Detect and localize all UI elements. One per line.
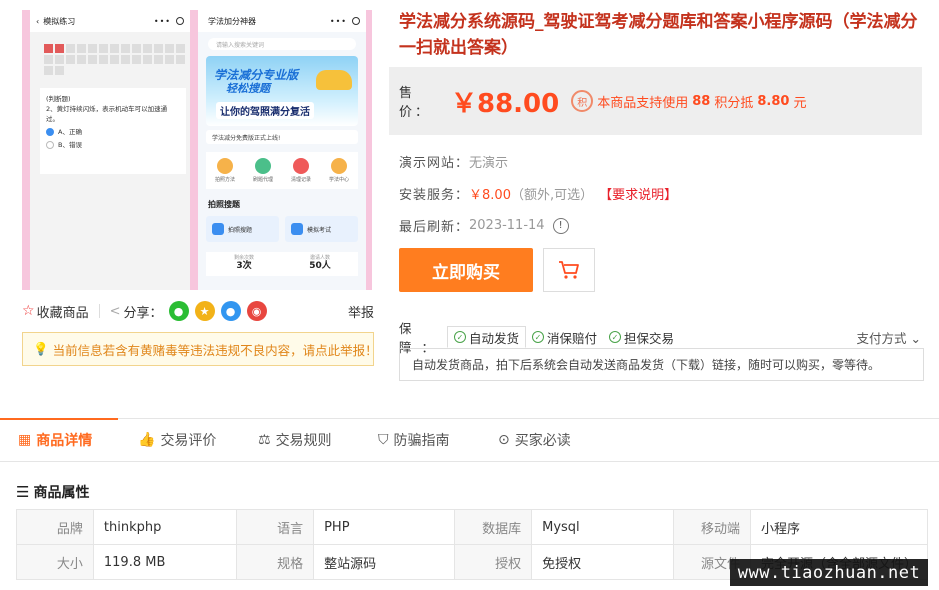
price-box: 售 价： ￥88.00 积 本商品支持使用 88 积分抵 8.80 元 <box>389 67 922 135</box>
phone-banner: 学法减分专业版 轻松搜题 让你的驾照满分复活 <box>206 56 358 126</box>
phone-screenshot-practice: ‹ 模拟练习 ••• (判断题) 2、黄灯持续闪烁，表示机动车可以加速通过。 A… <box>30 10 190 290</box>
install-price: ￥8.00 <box>469 188 511 203</box>
tab-details[interactable]: ▦ 商品详情 <box>18 430 92 450</box>
guarantee-tabs: 保 障： ✓ 自动发货 ✓ 消保赔付 ✓ 担保交易 支付方式 ⌄ <box>399 321 921 355</box>
points-info: 积 本商品支持使用 88 积分抵 8.80 元 <box>571 90 806 112</box>
tab-anti-fraud[interactable]: ⛉ 防骗指南 <box>378 430 450 450</box>
car-illustration <box>316 70 352 90</box>
phone-stats: 剩余次数 3次 邀请人数 50人 <box>206 252 358 276</box>
chevron-down-icon: ⌄ <box>910 330 921 346</box>
wechat-icon[interactable]: ● <box>168 301 189 321</box>
question-text: 2、黄灯持续闪烁，表示机动车可以加速通过。 <box>46 105 168 123</box>
qq-icon[interactable]: ● <box>220 301 241 321</box>
table-row: 品牌 thinkphp 语言 PHP 数据库 Mysql 移动端 小程序 <box>16 509 929 545</box>
check-icon: ✓ <box>609 331 622 343</box>
cart-icon <box>559 261 579 279</box>
share-bar: ☆ 收藏商品 < 分享： ● ★ ● ◉ 举报 <box>22 300 374 322</box>
demo-value: 无演示 <box>469 156 509 171</box>
points-icon: 积 <box>571 90 594 112</box>
product-title: 学法减分系统源码_驾驶证驾考减分题库和答案小程序源码（学法减分一扫就出答案） <box>399 12 918 58</box>
tab-buyer-notes[interactable]: ⊙ 买家必读 <box>498 430 571 450</box>
scale-icon: ⚖ <box>258 432 271 448</box>
record-icon <box>176 17 184 25</box>
grid-icon: ▦ <box>18 432 32 448</box>
buy-now-button[interactable]: 立即购买 <box>399 248 533 292</box>
report-warning[interactable]: 💡 当前信息若含有黄赌毒等违法违规不良内容，请点此举报！ <box>22 332 378 366</box>
requirements-link[interactable]: 【要求说明】 <box>599 184 677 203</box>
share-label: 分享： <box>123 305 163 321</box>
check-icon: ✓ <box>454 331 466 343</box>
record-icon <box>352 17 360 25</box>
check-icon: ✓ <box>532 331 545 343</box>
phone-title: 模拟练习 <box>43 16 76 26</box>
price-label: 售 价： <box>399 86 432 120</box>
phone-notice: 学法减分免费版正式上线! <box>206 130 358 144</box>
phone-header: 学法加分神器 ••• <box>198 10 366 32</box>
phone-section-title: 拍照搜题 <box>208 200 240 209</box>
phone-screenshot-home: 学法加分神器 ••• 请输入搜索关键词 学法减分专业版 轻松搜题 让你的驾照满分… <box>198 10 366 290</box>
option-a: A、正确 <box>46 127 180 137</box>
report-link[interactable]: 举报 <box>348 302 374 321</box>
question-number-grid <box>30 32 190 79</box>
tab-reviews[interactable]: 👍 交易评价 <box>138 430 216 450</box>
weibo-icon[interactable]: ◉ <box>246 301 267 321</box>
shield-icon: ⛉ <box>378 432 389 448</box>
star-icon: ☆ <box>22 303 35 319</box>
thumbs-up-icon: 👍 <box>138 432 156 448</box>
demo-row: 演示网站： 无演示 <box>399 152 508 171</box>
detail-tabs: ▦ 商品详情 👍 交易评价 ⚖ 交易规则 ⛉ 防骗指南 ⊙ 买家必读 <box>0 418 939 462</box>
lightbulb-icon: 💡 <box>33 341 49 356</box>
target-icon: ⊙ <box>498 432 510 448</box>
qzone-icon[interactable]: ★ <box>194 301 215 321</box>
phone-search: 请输入搜索关键词 <box>208 38 356 50</box>
guarantee-escrow[interactable]: ✓ 担保交易 <box>603 326 680 348</box>
phone-icon-row: 拍照方法 刷题代理 清理记录 学法中心 <box>206 152 358 189</box>
info-icon[interactable]: ! <box>552 217 569 234</box>
more-icon: ••• <box>153 16 171 26</box>
question-card: (判断题) 2、黄灯持续闪烁，表示机动车可以加速通过。 A、正确 B、错误 <box>40 88 186 174</box>
add-to-cart-button[interactable] <box>543 248 595 292</box>
refresh-row: 最后刷新： 2023-11-14 ! <box>399 216 569 235</box>
list-search-icon: ☰ <box>16 483 30 501</box>
phone-header: ‹ 模拟练习 ••• <box>30 10 190 32</box>
price-value: ￥88.00 <box>451 88 560 119</box>
tab-rules[interactable]: ⚖ 交易规则 <box>258 430 332 450</box>
favorite-button[interactable]: ☆ 收藏商品 <box>22 302 89 321</box>
watermark: www.tiaozhuan.net <box>730 559 928 586</box>
guarantee-auto-delivery[interactable]: ✓ 自动发货 <box>447 326 527 348</box>
share-icon: < <box>109 303 121 319</box>
product-image[interactable]: ‹ 模拟练习 ••• (判断题) 2、黄灯持续闪烁，表示机动车可以加速通过。 A… <box>22 10 372 290</box>
attributes-heading: ☰ 商品属性 <box>16 483 90 501</box>
refresh-date: 2023-11-14 <box>469 218 545 233</box>
guarantee-compensation[interactable]: ✓ 消保赔付 <box>526 326 603 348</box>
back-icon: ‹ <box>36 16 40 26</box>
payment-methods-dropdown[interactable]: 支付方式 ⌄ <box>857 328 921 347</box>
option-b: B、错误 <box>46 140 180 150</box>
phone-title: 学法加分神器 <box>208 16 256 26</box>
more-icon: ••• <box>329 16 347 26</box>
phone-buttons: 拍照搜题 模拟考试 <box>206 216 358 242</box>
question-type: (判断题) <box>46 95 71 103</box>
install-row: 安装服务： ￥8.00 （额外,可选） 【要求说明】 <box>399 184 677 203</box>
guarantee-description: 自动发货商品，拍下后系统会自动发送商品发货（下载）链接，随时可以购买，零等待。 <box>399 348 924 381</box>
